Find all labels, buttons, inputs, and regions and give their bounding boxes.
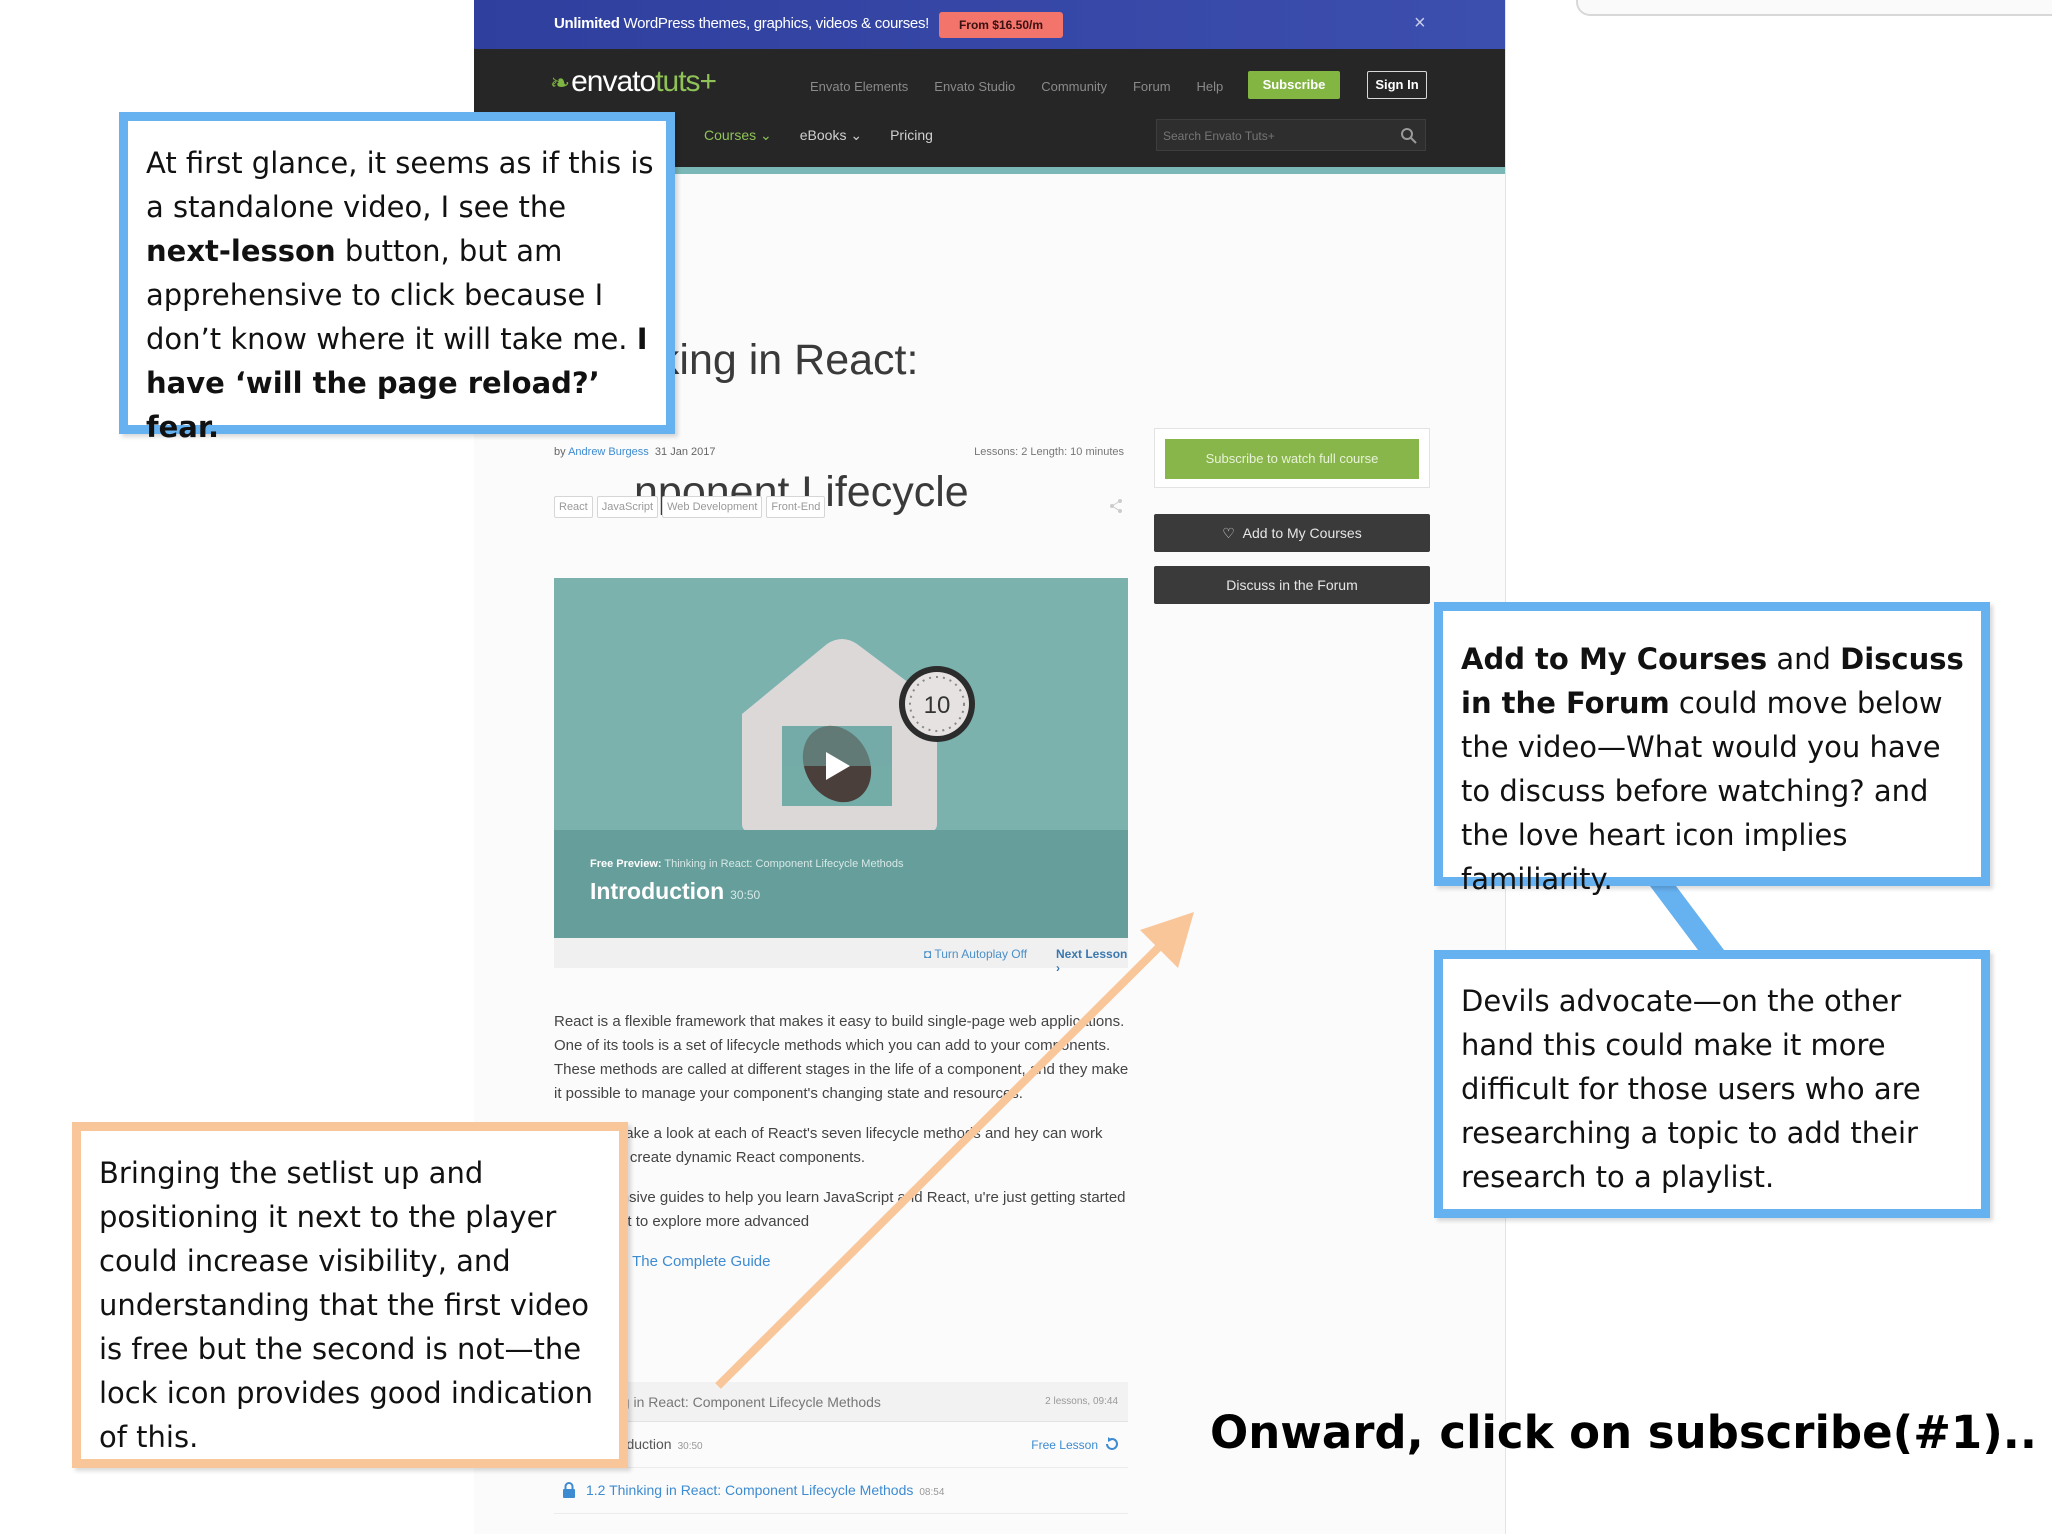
nav-link-studio[interactable]: Envato Studio	[934, 79, 1015, 94]
lesson-row[interactable]: 1.2 Thinking in React: Component Lifecyc…	[554, 1468, 1128, 1514]
add-to-my-courses-button[interactable]: ♡ Add to My Courses	[1154, 514, 1430, 552]
share-icon[interactable]	[1108, 498, 1124, 514]
note-connector	[1650, 886, 1724, 950]
tag-web-development[interactable]: Web Development	[662, 496, 763, 518]
nav-ebooks[interactable]: eBooks ⌄	[800, 127, 862, 144]
setlist-header: ng in React: Component Lifecycle Methods…	[554, 1382, 1128, 1422]
annotated-screenshot: Unlimited WordPress themes, graphics, vi…	[0, 0, 2052, 1534]
course-meta: by Andrew Burgess 31 Jan 2017 Lessons: 2…	[554, 446, 1124, 458]
tag-javascript[interactable]: JavaScript	[596, 496, 659, 518]
author-link[interactable]: Andrew Burgess	[568, 446, 649, 458]
sign-in-button[interactable]: Sign In	[1367, 71, 1427, 99]
nav-link-community[interactable]: Community	[1041, 79, 1107, 94]
nav-pricing[interactable]: Pricing	[890, 127, 933, 144]
lock-icon	[563, 1482, 575, 1498]
lesson-title: Introduction 30:50	[590, 878, 761, 904]
autoplay-toggle[interactable]: ◘ Turn Autoplay Off	[924, 947, 1027, 961]
lessons-length: Lessons: 2 Length: 10 minutes	[974, 446, 1124, 458]
video-player[interactable]: 10 Free Preview: Thinking in React: Comp…	[554, 578, 1128, 938]
annotation-sidebar-buttons: Add to My Courses and Discuss in the For…	[1434, 602, 1990, 896]
envato-logo[interactable]: ❧envatotuts+	[550, 65, 717, 99]
description-paragraph: React is a flexible framework that makes…	[554, 1013, 1129, 1102]
promo-button[interactable]: From $16.50/m	[939, 12, 1063, 38]
related-link[interactable]: React	[554, 1274, 1134, 1298]
tag-front-end[interactable]: Front-End	[766, 496, 826, 518]
search-input[interactable]	[1163, 126, 1383, 146]
close-icon[interactable]: ×	[1414, 12, 1426, 35]
annotation-next-lesson: At first glance, it seems as if this is …	[119, 112, 675, 444]
description-paragraph: rse, you'll take a look at each of React…	[554, 1125, 1103, 1166]
video-thumbnail-art: 10	[742, 639, 975, 832]
lesson-setlist: ng in React: Component Lifecycle Methods…	[554, 1382, 1128, 1514]
tag-react[interactable]: React	[554, 496, 593, 518]
promo-text: Unlimited WordPress themes, graphics, vi…	[554, 15, 930, 32]
search-icon[interactable]	[1399, 126, 1419, 146]
chevron-right-icon: ›	[1056, 961, 1060, 975]
subscribe-full-course-button[interactable]: Subscribe to watch full course	[1165, 439, 1419, 479]
nav-link-elements[interactable]: Envato Elements	[810, 79, 908, 94]
onward-caption: Onward, click on subscribe(#1)..	[1210, 1406, 2037, 1459]
discuss-forum-button[interactable]: Discuss in the Forum	[1154, 566, 1430, 604]
free-lesson-label: Free Lesson	[1031, 1438, 1098, 1452]
lesson-row[interactable]: roduction 30:50 Free Lesson	[554, 1422, 1128, 1468]
leaf-icon: ❧	[550, 70, 570, 97]
annotation-devils-advocate: Devils advocate—on the other hand this c…	[1434, 950, 1990, 1218]
top-nav: Envato Elements Envato Studio Community …	[810, 79, 1223, 94]
free-preview-label: Free Preview: Thinking in React: Compone…	[590, 858, 904, 870]
subscribe-panel: Subscribe to watch full course	[1154, 428, 1430, 488]
subscribe-button[interactable]: Subscribe	[1248, 71, 1340, 99]
annotation-setlist: Bringing the setlist up and positioning …	[72, 1122, 628, 1468]
video-controls: ◘ Turn Autoplay Off Next Lesson ›	[554, 938, 1128, 975]
chevron-down-icon: ⌄	[760, 127, 772, 143]
replay-icon	[1106, 1437, 1118, 1450]
nav-link-forum[interactable]: Forum	[1133, 79, 1171, 94]
sub-nav: Courses ⌄ eBooks ⌄ Pricing	[704, 127, 933, 144]
related-link[interactable]: JavaScript: The Complete Guide	[554, 1250, 1134, 1274]
tag-list: React JavaScript Web Development Front-E…	[554, 496, 826, 518]
chevron-down-icon: ⌄	[850, 127, 863, 143]
promo-banner: Unlimited WordPress themes, graphics, vi…	[474, 0, 1505, 49]
heart-icon: ♡	[1222, 525, 1235, 541]
nav-link-help[interactable]: Help	[1197, 79, 1224, 94]
browser-window-edge	[1576, 0, 2052, 16]
nav-courses[interactable]: Courses ⌄	[704, 127, 772, 144]
search-box	[1156, 119, 1426, 151]
description-paragraph: comprehensive guides to help you learn J…	[554, 1189, 1126, 1230]
next-lesson-button[interactable]: Next Lesson ›	[1056, 947, 1128, 975]
video-badge-number: 10	[924, 692, 951, 719]
course-description: React is a flexible framework that makes…	[554, 1010, 1134, 1298]
publish-date: 31 Jan 2017	[654, 446, 716, 458]
